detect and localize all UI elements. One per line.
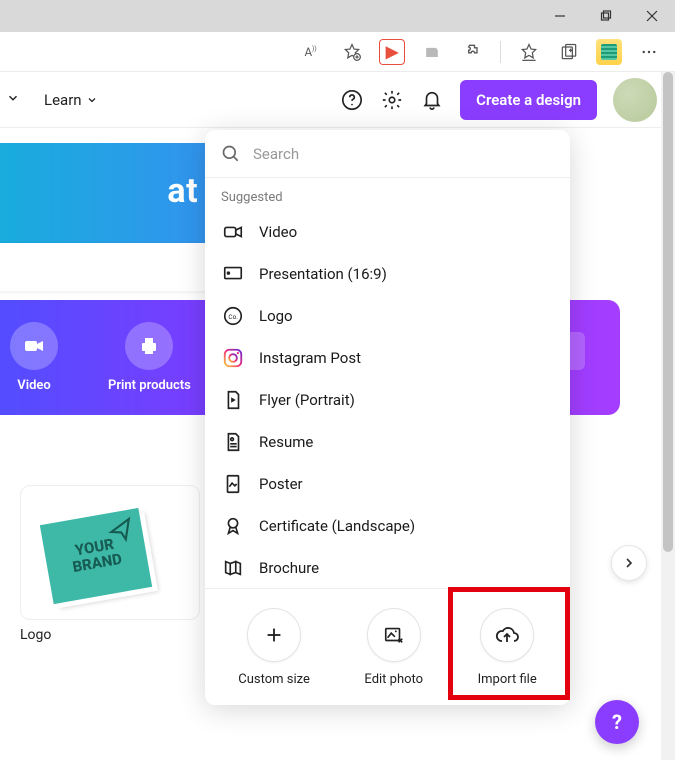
poster-icon xyxy=(221,472,245,496)
flyer-icon xyxy=(221,388,245,412)
edit-photo-icon xyxy=(367,608,421,662)
custom-size-label: Custom size xyxy=(238,672,310,687)
dropdown-item-flyer[interactable]: Flyer (Portrait) xyxy=(205,379,570,421)
dropdown-item-instagram[interactable]: Instagram Post xyxy=(205,337,570,379)
user-avatar[interactable] xyxy=(613,78,657,122)
dropdown-footer: Custom size Edit photo Import file xyxy=(205,588,570,705)
page-scrollbar[interactable] xyxy=(661,72,675,760)
settings-icon[interactable] xyxy=(380,88,404,112)
page-header: Learn Create a design xyxy=(0,72,675,128)
dropdown-item-poster[interactable]: Poster xyxy=(205,463,570,505)
dropdown-item-presentation[interactable]: Presentation (16:9) xyxy=(205,253,570,295)
dropdown-item-label: Video xyxy=(259,223,297,241)
chevron-right-icon xyxy=(621,555,637,571)
learn-menu[interactable]: Learn xyxy=(44,91,98,109)
window-titlebar xyxy=(0,0,675,32)
favorites-icon[interactable] xyxy=(336,36,368,68)
window-maximize-button[interactable] xyxy=(583,0,629,32)
resume-icon xyxy=(221,430,245,454)
video-icon xyxy=(221,220,245,244)
favorites-bar-icon[interactable] xyxy=(513,36,545,68)
edit-photo-action[interactable]: Edit photo xyxy=(364,608,423,687)
adblock-ext-icon[interactable]: ▶ xyxy=(376,36,408,68)
import-file-label: Import file xyxy=(478,672,537,687)
svg-text:Co.: Co. xyxy=(228,313,238,321)
toolbar-separator xyxy=(500,41,501,63)
template-card-title: Logo xyxy=(20,627,200,643)
hero-quick-video-label: Video xyxy=(17,378,51,393)
video-camera-icon xyxy=(10,322,58,370)
logo-co-icon: Co. xyxy=(221,304,245,328)
scrollbar-thumb[interactable] xyxy=(663,72,673,552)
dropdown-item-label: Instagram Post xyxy=(259,349,361,367)
dropdown-item-certificate[interactable]: Certificate (Landscape) xyxy=(205,505,570,547)
notifications-icon[interactable] xyxy=(420,88,444,112)
dropdown-item-label: Poster xyxy=(259,475,303,493)
svg-text:)): )) xyxy=(312,44,317,52)
dropdown-item-label: Flyer (Portrait) xyxy=(259,391,355,409)
dropdown-item-brochure[interactable]: Brochure xyxy=(205,547,570,588)
printer-icon xyxy=(125,322,173,370)
search-icon xyxy=(221,144,241,164)
dropdown-search-input[interactable] xyxy=(253,145,554,163)
dropdown-heading: Suggested xyxy=(205,178,570,211)
window-close-button[interactable] xyxy=(629,0,675,32)
browser-menu-icon[interactable] xyxy=(633,36,665,68)
help-icon[interactable] xyxy=(340,88,364,112)
cloud-upload-icon xyxy=(480,608,534,662)
hero-quick-print[interactable]: Print products xyxy=(108,322,191,393)
learn-label: Learn xyxy=(44,91,82,109)
certificate-icon xyxy=(221,514,245,538)
shopping-ext-icon[interactable] xyxy=(416,36,448,68)
window-minimize-button[interactable] xyxy=(537,0,583,32)
plus-icon xyxy=(247,608,301,662)
template-card-logo[interactable]: YOUR BRAND Logo xyxy=(20,485,200,643)
dropdown-item-logo[interactable]: Co. Logo xyxy=(205,295,570,337)
chevron-down-icon xyxy=(86,94,98,106)
dropdown-item-label: Presentation (16:9) xyxy=(259,265,387,283)
dropdown-search-row xyxy=(205,130,570,178)
calculator-ext-icon[interactable] xyxy=(593,36,625,68)
help-fab-label: ? xyxy=(612,710,622,734)
instagram-icon xyxy=(221,346,245,370)
template-card-preview: YOUR BRAND xyxy=(20,485,200,620)
hero-quick-video[interactable]: Video xyxy=(10,322,58,393)
edit-photo-label: Edit photo xyxy=(364,672,423,687)
dropdown-item-label: Resume xyxy=(259,433,313,451)
next-arrow-button[interactable] xyxy=(611,545,647,581)
custom-size-action[interactable]: Custom size xyxy=(238,608,310,687)
dropdown-item-label: Logo xyxy=(259,307,293,325)
dropdown-item-video[interactable]: Video xyxy=(205,211,570,253)
extensions-icon[interactable] xyxy=(456,36,488,68)
import-file-action[interactable]: Import file xyxy=(478,608,537,687)
presentation-icon xyxy=(221,262,245,286)
dropdown-item-label: Certificate (Landscape) xyxy=(259,517,415,535)
create-design-button[interactable]: Create a design xyxy=(460,80,597,120)
dropdown-item-resume[interactable]: Resume xyxy=(205,421,570,463)
read-aloud-icon[interactable]: A)) xyxy=(296,36,328,68)
help-fab-button[interactable]: ? xyxy=(595,700,639,744)
browser-toolbar: A)) ▶ xyxy=(0,32,675,72)
create-design-dropdown: Suggested Video Presentation (16:9) Co. … xyxy=(205,130,570,705)
dropdown-item-label: Brochure xyxy=(259,559,319,577)
brochure-icon xyxy=(221,556,245,580)
nav-caret-icon[interactable] xyxy=(0,90,26,109)
dropdown-scroll-area[interactable]: Suggested Video Presentation (16:9) Co. … xyxy=(205,178,570,588)
hero-quick-print-label: Print products xyxy=(108,378,191,393)
collections-icon[interactable] xyxy=(553,36,585,68)
